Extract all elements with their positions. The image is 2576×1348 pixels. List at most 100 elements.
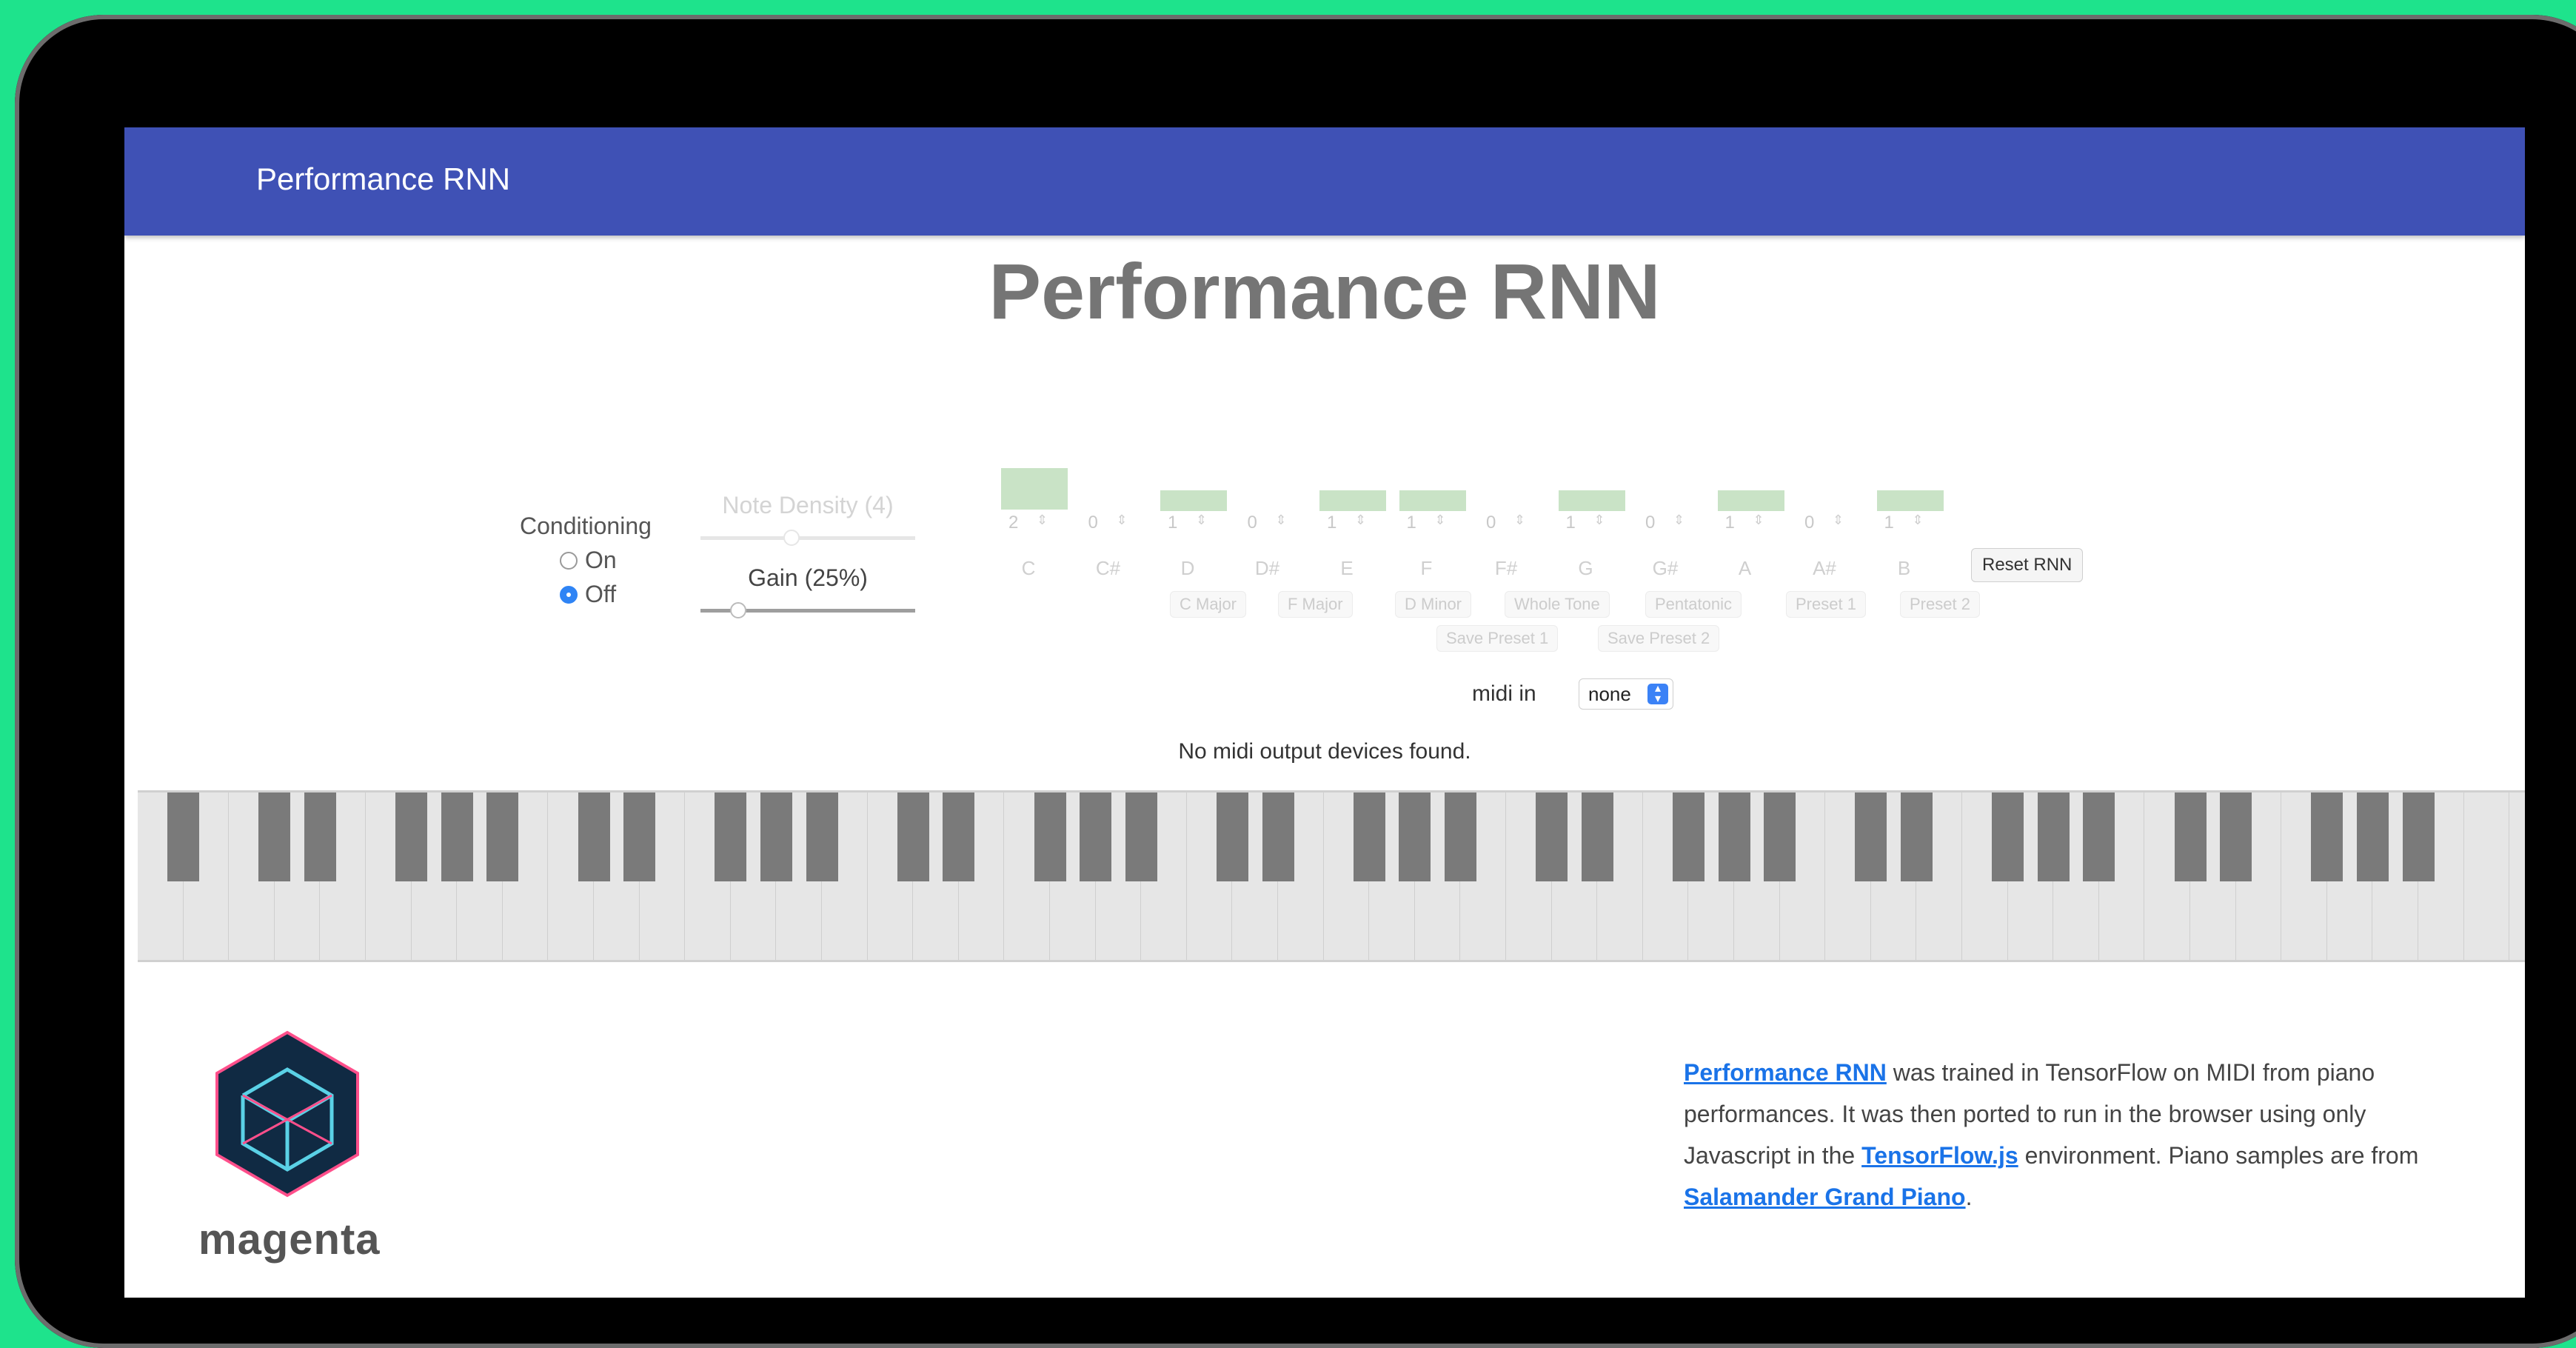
page-title: Performance RNN: [988, 248, 1661, 336]
tensorflow-js-link[interactable]: TensorFlow.js: [1861, 1142, 2018, 1169]
piano-black-key[interactable]: [1125, 793, 1157, 881]
stepper-arrows-icon[interactable]: ⇕: [1355, 513, 1366, 528]
piano-black-key[interactable]: [2402, 793, 2435, 881]
piano-black-key[interactable]: [1764, 793, 1796, 881]
pitch-name-label: A: [1738, 557, 1752, 579]
stepper-arrows-icon[interactable]: ⇕: [1753, 513, 1764, 528]
pitch-value: 0: [1804, 513, 1815, 533]
reset-rnn-button[interactable]: Reset RNN: [1971, 548, 2084, 582]
conditioning-off-option[interactable]: Off: [560, 581, 616, 608]
stepper-arrows-icon[interactable]: ⇕: [1117, 513, 1128, 528]
piano-white-key[interactable]: [2464, 793, 2510, 960]
pitch-bar: [1717, 490, 1784, 511]
midi-status: No midi output devices found.: [1178, 739, 1471, 764]
conditioning-off-radio[interactable]: [560, 585, 578, 604]
piano-black-key[interactable]: [623, 793, 656, 881]
stepper-arrows-icon[interactable]: ⇕: [1673, 513, 1685, 528]
piano-black-key[interactable]: [1718, 793, 1750, 881]
pitch-bar: [1399, 490, 1466, 511]
midi-in-select[interactable]: none ▴ ▾: [1579, 678, 1673, 710]
stepper-arrows-icon[interactable]: ⇕: [1913, 513, 1924, 528]
piano-black-key[interactable]: [1444, 793, 1476, 881]
stepper-arrows-icon[interactable]: ⇕: [1514, 513, 1525, 528]
chevron-updown-icon: ▴ ▾: [1647, 683, 1668, 705]
piano-black-key[interactable]: [395, 793, 428, 881]
piano-black-key[interactable]: [2174, 793, 2207, 881]
stepper-arrows-icon[interactable]: ⇕: [1196, 513, 1207, 528]
save-preset-button[interactable]: Save Preset 1: [1436, 625, 1559, 652]
gain-slider[interactable]: [700, 602, 915, 618]
pitch-name-label: G: [1578, 557, 1593, 579]
pitch-bar: [1160, 490, 1227, 511]
preset-button[interactable]: F Major: [1278, 591, 1353, 618]
pitch-name-label: F: [1420, 557, 1433, 579]
piano-black-key[interactable]: [304, 793, 336, 881]
piano-black-key[interactable]: [441, 793, 473, 881]
conditioning-on-radio[interactable]: [560, 551, 578, 570]
piano-black-key[interactable]: [1992, 793, 2024, 881]
conditioning-on-label: On: [585, 547, 617, 573]
piano-keyboard[interactable]: [138, 790, 2525, 962]
pitch-name-label: G#: [1652, 557, 1679, 579]
piano-black-key[interactable]: [258, 793, 291, 881]
piano-black-key[interactable]: [1399, 793, 1431, 881]
piano-black-key[interactable]: [167, 793, 200, 881]
performance-rnn-link[interactable]: Performance RNN: [1684, 1059, 1887, 1086]
piano-black-key[interactable]: [1581, 793, 1613, 881]
piano-black-key[interactable]: [2356, 793, 2389, 881]
piano-black-key[interactable]: [2220, 793, 2252, 881]
preset-button[interactable]: D Minor: [1395, 591, 1472, 618]
salamander-grand-piano-link[interactable]: Salamander Grand Piano: [1684, 1184, 1966, 1210]
piano-black-key[interactable]: [943, 793, 975, 881]
piano-black-key[interactable]: [1034, 793, 1066, 881]
conditioning-on-option[interactable]: On: [560, 547, 617, 574]
pitch-value: 2: [1008, 513, 1019, 533]
preset-button[interactable]: Pentatonic: [1645, 591, 1742, 618]
pitch-value: 1: [1168, 513, 1178, 533]
stepper-arrows-icon[interactable]: ⇕: [1594, 513, 1605, 528]
piano-black-key[interactable]: [1536, 793, 1568, 881]
piano-black-key[interactable]: [2037, 793, 2070, 881]
save-preset-button[interactable]: Save Preset 2: [1598, 625, 1720, 652]
piano-black-key[interactable]: [1672, 793, 1704, 881]
midi-in-selected: none: [1588, 683, 1631, 705]
piano-black-key[interactable]: [1855, 793, 1887, 881]
piano-black-key[interactable]: [486, 793, 519, 881]
note-density-slider[interactable]: [700, 530, 915, 546]
pitch-bar: [1558, 490, 1625, 511]
piano-black-key[interactable]: [1216, 793, 1248, 881]
app-bar-title: Performance RNN: [256, 161, 511, 196]
preset-button[interactable]: Preset 1: [1786, 591, 1866, 618]
gain-label: Gain (25%): [748, 564, 868, 591]
gain-thumb[interactable]: [730, 602, 746, 618]
preset-button[interactable]: Preset 2: [1900, 591, 1980, 618]
pitch-value: 0: [1247, 513, 1257, 533]
note-density-label: Note Density (4): [722, 492, 894, 518]
about-text: Performance RNN was trained in TensorFlo…: [1684, 1052, 2424, 1218]
pitch-name-label: F#: [1494, 557, 1518, 579]
tablet-frame: Performance RNN Performance RNN Conditio…: [15, 15, 2576, 1348]
piano-black-key[interactable]: [2311, 793, 2344, 881]
pitch-value: 0: [1486, 513, 1496, 533]
pitch-name-label: C#: [1095, 557, 1121, 579]
preset-button[interactable]: C Major: [1170, 591, 1247, 618]
piano-black-key[interactable]: [1262, 793, 1294, 881]
piano-black-key[interactable]: [760, 793, 792, 881]
stepper-arrows-icon[interactable]: ⇕: [1435, 513, 1446, 528]
stepper-arrows-icon[interactable]: ⇕: [1833, 513, 1844, 528]
stepper-arrows-icon[interactable]: ⇕: [1276, 513, 1287, 528]
piano-black-key[interactable]: [897, 793, 929, 881]
piano-black-key[interactable]: [1900, 793, 1933, 881]
piano-black-key[interactable]: [578, 793, 610, 881]
pitch-value: 1: [1406, 513, 1416, 533]
piano-black-key[interactable]: [2083, 793, 2115, 881]
stepper-arrows-icon[interactable]: ⇕: [1037, 513, 1048, 528]
magenta-logo-icon: [215, 1030, 359, 1198]
preset-button[interactable]: Whole Tone: [1505, 591, 1610, 618]
conditioning-label: Conditioning: [520, 513, 652, 539]
piano-black-key[interactable]: [1080, 793, 1112, 881]
note-density-thumb[interactable]: [783, 530, 800, 546]
piano-black-key[interactable]: [806, 793, 838, 881]
piano-black-key[interactable]: [1353, 793, 1385, 881]
piano-black-key[interactable]: [715, 793, 747, 881]
